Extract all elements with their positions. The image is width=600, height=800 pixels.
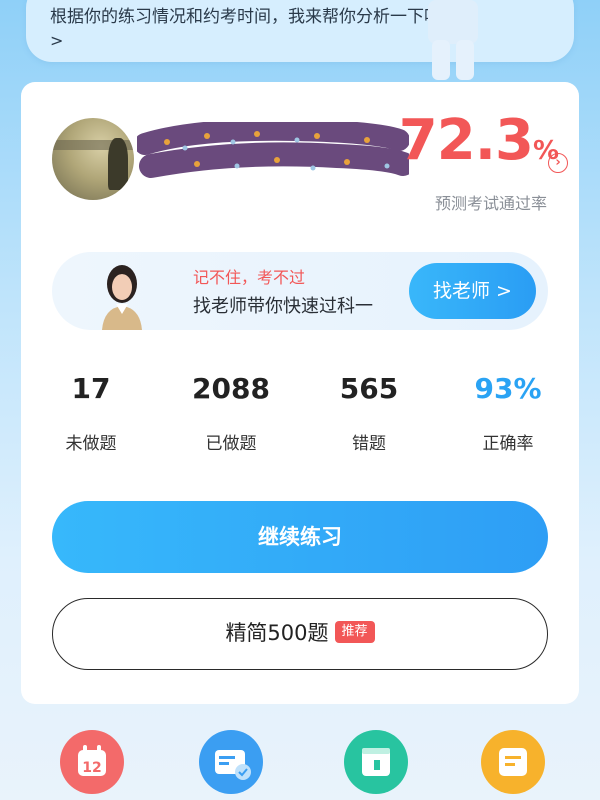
mascot-figure (428, 0, 478, 80)
stat-value: 93% (474, 372, 542, 405)
stat-undone[interactable]: 17 未做题 (31, 372, 151, 454)
stat-accuracy[interactable]: 93% 正确率 (448, 372, 568, 454)
stat-wrong[interactable]: 565 错题 (309, 372, 429, 454)
stat-label: 正确率 (482, 434, 534, 454)
chevron-right-icon[interactable]: › (548, 153, 568, 173)
banner-title: 找老师带你快速过科一 (193, 296, 373, 317)
continue-practice-button[interactable]: 继续练习 (52, 501, 548, 573)
pass-rate-value: 72.3 (398, 108, 534, 173)
calendar-icon[interactable]: 12 (60, 730, 124, 794)
refined-500-label: 精简500题 (225, 621, 329, 645)
stat-label: 已做题 (205, 434, 257, 454)
pass-rate-label: 预测考试通过率 (434, 194, 547, 213)
teacher-portrait (102, 265, 142, 330)
recommend-badge: 推荐 (334, 621, 375, 643)
exam-card-icon[interactable] (199, 730, 263, 794)
user-avatar[interactable] (52, 118, 134, 200)
banner-slogan: 记不住，考不过 (193, 268, 306, 287)
find-teacher-button[interactable]: 找老师 > (409, 263, 536, 319)
book-icon[interactable] (344, 730, 408, 794)
stat-value: 17 (71, 372, 111, 405)
bubble-text: 根据你的练习情况和约考时间，我来帮你分析一下吧 (50, 7, 441, 27)
progress-card: 72.3% › 预测考试通过率 记不住，考不过 找老师带你快速过科一 找老师 >… (21, 82, 579, 704)
redacted-username (137, 122, 409, 178)
calendar-day: 12 (82, 760, 101, 776)
stat-done[interactable]: 2088 已做题 (171, 372, 291, 454)
notes-icon[interactable] (481, 730, 545, 794)
pass-rate[interactable]: 72.3% (389, 108, 559, 173)
stat-label: 错题 (352, 434, 386, 454)
stat-label: 未做题 (65, 434, 117, 454)
refined-500-button[interactable]: 精简500题 推荐 (52, 598, 548, 670)
find-teacher-banner[interactable]: 记不住，考不过 找老师带你快速过科一 找老师 > (52, 252, 548, 330)
stat-value: 565 (339, 372, 399, 405)
ai-analysis-bubble[interactable]: 根据你的练习情况和约考时间，我来帮你分析一下吧 > (26, 0, 574, 62)
stat-value: 2088 (192, 372, 270, 405)
